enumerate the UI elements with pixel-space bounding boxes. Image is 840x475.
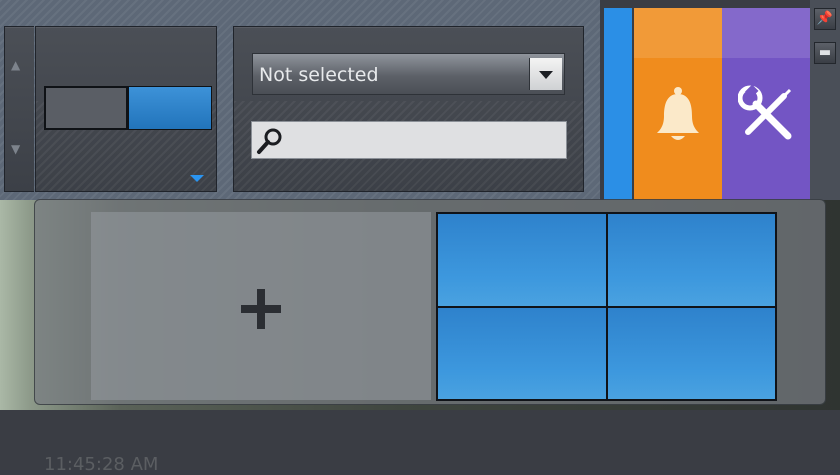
layout-selector-panel[interactable] — [35, 26, 217, 192]
grid-cell — [607, 307, 775, 399]
layout-picker-popup — [34, 199, 826, 405]
bell-icon — [657, 87, 699, 140]
scroll-down-button[interactable]: ▼ — [11, 143, 20, 155]
layout-2x2-option[interactable] — [436, 212, 777, 401]
plus-icon — [241, 289, 281, 329]
grid-cell — [607, 214, 775, 306]
camera-select-value: Not selected — [259, 64, 379, 86]
minimize-button[interactable]: ▬ — [814, 42, 836, 64]
scroll-up-button[interactable]: ▲ — [11, 59, 20, 71]
layout-scroll-panel: ▲ ▼ — [4, 26, 34, 192]
pin-button[interactable]: 📌 — [814, 8, 836, 30]
right-rail — [810, 0, 840, 200]
alarms-tab[interactable] — [634, 8, 722, 200]
add-layout-button[interactable] — [91, 212, 431, 400]
layout-thumbnail-blue[interactable] — [128, 86, 212, 130]
camera-search-panel: Not selected — [233, 26, 584, 192]
chevron-down-icon[interactable] — [190, 175, 204, 182]
tab-highlight — [634, 8, 722, 58]
grid-cell — [438, 307, 606, 399]
accent-strip — [604, 8, 632, 200]
dropdown-arrow-icon[interactable] — [529, 58, 562, 90]
layout-thumbnail-gray[interactable] — [44, 86, 128, 130]
settings-tab[interactable] — [722, 8, 810, 200]
top-toolbar: ▲ ▼ Not selected 📌 ▬ — [0, 0, 840, 200]
tools-icon — [738, 84, 792, 140]
video-timestamp: 11:45:28 AM — [44, 454, 159, 475]
camera-select-dropdown[interactable]: Not selected — [252, 53, 565, 95]
search-input[interactable] — [251, 121, 567, 159]
search-icon — [257, 128, 282, 154]
tab-highlight — [722, 8, 810, 58]
grid-cell — [438, 214, 606, 306]
